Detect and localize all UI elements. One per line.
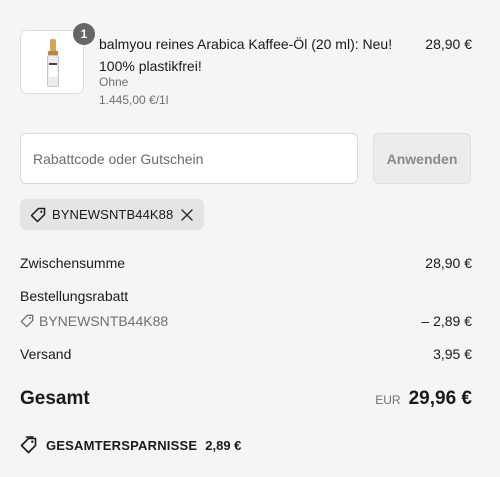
savings-tag-icon bbox=[20, 436, 37, 454]
total-savings: GESAMTERSPARNISSE 2,89 € bbox=[20, 436, 241, 454]
order-discount-label: Bestellungsrabatt bbox=[20, 288, 129, 304]
applied-discount-chip: BYNEWSNTB44K88 bbox=[20, 199, 204, 230]
order-discount-row: Bestellungsrabatt bbox=[20, 287, 472, 305]
quantity-badge: 1 bbox=[73, 23, 95, 45]
dropper-bottle-image bbox=[47, 39, 59, 87]
product-thumbnail: 1 bbox=[20, 23, 95, 94]
line-item: 1 balmyou reines Arabica Kaffee-Öl (20 m… bbox=[20, 23, 472, 110]
unit-price: 1.445,00 €/1l bbox=[99, 93, 169, 107]
total-row: Gesamt EUR 29,96 € bbox=[20, 388, 472, 414]
order-summary: 1 balmyou reines Arabica Kaffee-Öl (20 m… bbox=[20, 0, 472, 477]
tag-icon bbox=[20, 314, 34, 328]
subtotal-label: Zwischensumme bbox=[20, 255, 126, 271]
discount-code-row: BYNEWSNTB44K88 – 2,89 € bbox=[20, 312, 472, 332]
savings-label: GESAMTERSPARNISSE bbox=[46, 437, 198, 453]
total-label: Gesamt bbox=[20, 388, 90, 409]
line-item-price: 28,90 € bbox=[425, 36, 472, 52]
shipping-value: 3,95 € bbox=[433, 346, 472, 362]
product-title: balmyou reines Arabica Kaffee-Öl (20 ml)… bbox=[99, 36, 393, 74]
total-value: 29,96 € bbox=[408, 388, 472, 409]
discount-code-name: BYNEWSNTB44K88 bbox=[39, 313, 169, 329]
discount-value: – 2,89 € bbox=[421, 313, 472, 329]
shipping-label: Versand bbox=[20, 346, 72, 362]
applied-discount-code: BYNEWSNTB44K88 bbox=[52, 207, 174, 222]
close-icon[interactable] bbox=[180, 208, 194, 222]
tag-icon bbox=[30, 207, 46, 223]
shipping-row: Versand 3,95 € bbox=[20, 345, 472, 363]
savings-value: 2,89 € bbox=[205, 437, 242, 453]
subtotal-row: Zwischensumme 28,90 € bbox=[20, 254, 472, 272]
apply-discount-button[interactable]: Anwenden bbox=[373, 133, 471, 184]
discount-code-input[interactable] bbox=[20, 133, 358, 184]
product-variant: Ohne bbox=[99, 75, 129, 89]
total-currency: EUR bbox=[375, 393, 401, 407]
subtotal-value: 28,90 € bbox=[425, 255, 472, 271]
